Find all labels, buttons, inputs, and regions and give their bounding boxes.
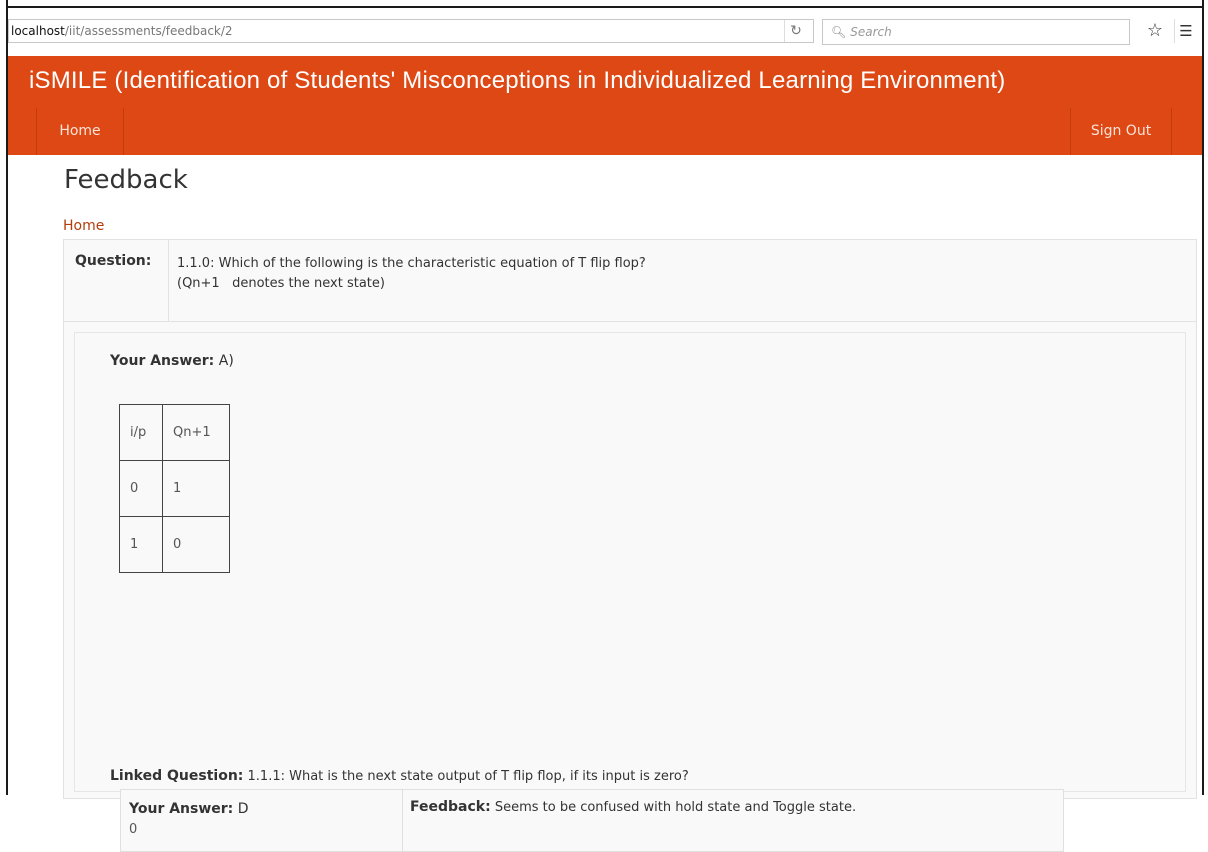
linked-answer-detail: 0	[129, 822, 138, 837]
browser-toolbar: localhost/iit/assessments/feedback/2 ↻ 🔍…	[8, 8, 1202, 56]
table-cell: 1	[119, 516, 163, 573]
truth-table: i/p Qn+1 0 1 1 0	[119, 404, 230, 573]
question-panel: Question: 1.1.0: Which of the following …	[63, 239, 1197, 852]
question-line-1: 1.1.0: Which of the following is the cha…	[177, 256, 646, 271]
table-row: 1 0	[119, 516, 230, 573]
linked-question: Linked Question: 1.1.1: What is the next…	[110, 768, 689, 784]
question-row: Question: 1.1.0: Which of the following …	[64, 240, 1196, 322]
linked-answer-cell: Your Answer: D 0	[121, 790, 403, 851]
table-header-cell: Qn+1	[162, 404, 230, 461]
linked-answer-value: D	[237, 801, 249, 817]
breadcrumb-home-link[interactable]: Home	[63, 218, 104, 234]
url-host: localhost	[11, 24, 65, 38]
question-label: Question:	[75, 253, 152, 269]
linked-question-text: 1.1.1: What is the next state output of …	[247, 769, 689, 784]
window-frame-right	[1202, 0, 1208, 795]
clipboard-icon[interactable]: ☰	[1174, 19, 1197, 43]
nav-home-link[interactable]: Home	[36, 108, 124, 155]
feedback-label: Feedback:	[410, 799, 491, 815]
site-header: iSMILE (Identification of Students' Misc…	[8, 56, 1202, 155]
search-icon: 🔍︎	[831, 25, 847, 39]
answer-panel: Your Answer: A) i/p Qn+1 0 1 1 0 Linked …	[74, 332, 1186, 852]
window-frame-top	[0, 0, 1208, 8]
table-header-cell: i/p	[119, 404, 163, 461]
table-cell: 1	[162, 460, 230, 517]
table-row: i/p Qn+1	[119, 404, 230, 461]
navbar: Home Sign Out	[8, 108, 1202, 155]
nav-signout-link[interactable]: Sign Out	[1070, 108, 1172, 155]
your-answer: Your Answer: A)	[110, 353, 234, 369]
feedback-text: Seems to be confused with hold state and…	[494, 800, 857, 815]
linked-answer: Your Answer: D 0	[129, 799, 249, 840]
question-divider	[168, 240, 169, 321]
table-cell: 0	[162, 516, 230, 573]
feedback-table: Your Answer: D 0 Feedback: Seems to be c…	[120, 789, 1064, 852]
question-text: 1.1.0: Which of the following is the cha…	[177, 254, 646, 294]
window-frame-left	[0, 0, 8, 795]
search-placeholder: Search	[850, 25, 892, 39]
table-cell: 0	[119, 460, 163, 517]
address-bar[interactable]: localhost/iit/assessments/feedback/2 ↻	[8, 19, 814, 43]
brand-title[interactable]: iSMILE (Identification of Students' Misc…	[29, 67, 1005, 95]
your-answer-value: A)	[218, 353, 234, 369]
linked-answer-label: Your Answer:	[129, 801, 234, 817]
question-line-2: (Qn+1 denotes the next state)	[177, 276, 385, 291]
reload-icon[interactable]: ↻	[784, 20, 807, 42]
feedback-cell: Feedback: Seems to be confused with hold…	[410, 799, 856, 815]
url-path: /iit/assessments/feedback/2	[64, 24, 233, 38]
your-answer-label: Your Answer:	[110, 353, 215, 369]
page-title: Feedback	[64, 165, 188, 195]
search-input[interactable]: 🔍︎ Search	[822, 19, 1130, 45]
linked-question-label: Linked Question:	[110, 768, 244, 784]
table-row: 0 1	[119, 460, 230, 517]
star-icon[interactable]: ☆	[1144, 19, 1166, 43]
